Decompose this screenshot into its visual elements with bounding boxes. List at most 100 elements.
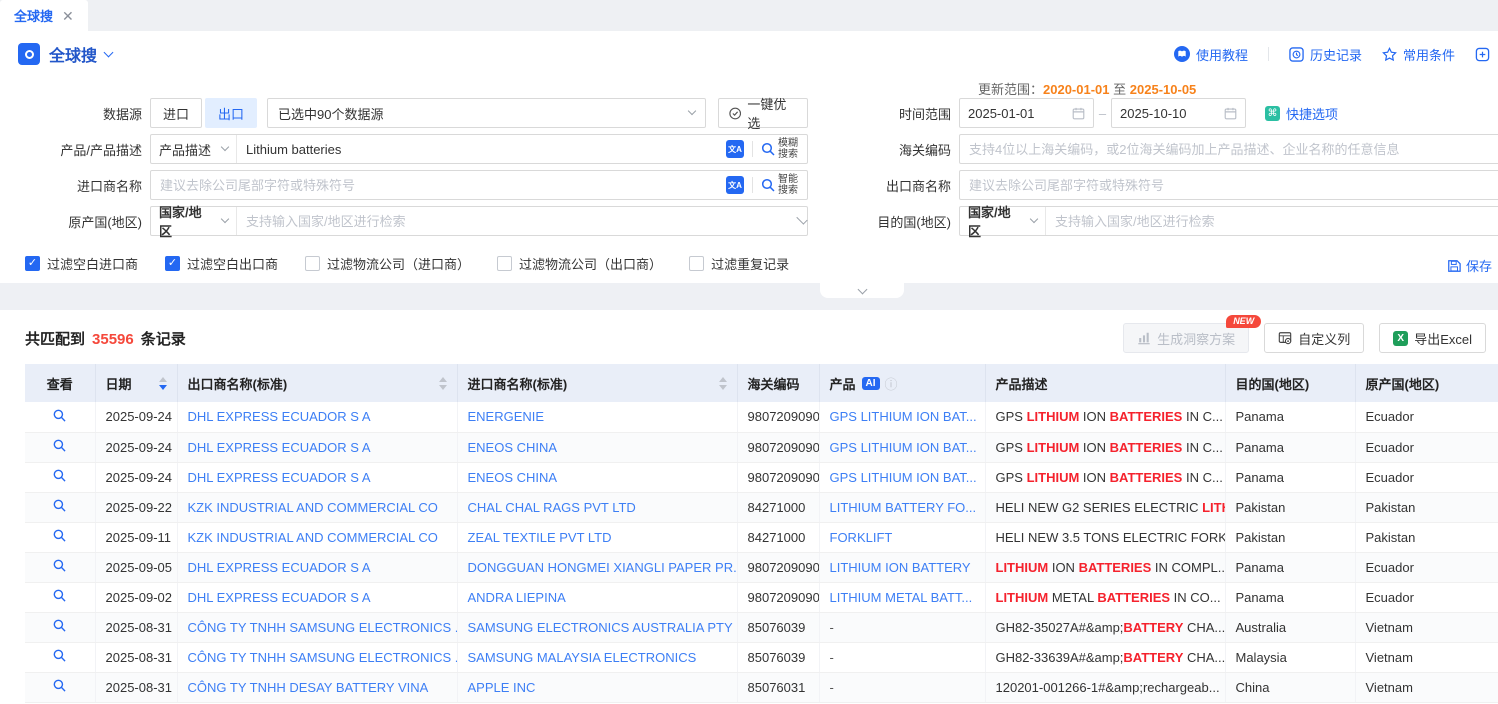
checkbox-icon[interactable] <box>497 256 512 271</box>
view-detail-button[interactable] <box>53 499 66 515</box>
exporter-link[interactable]: CÔNG TY TNHH SAMSUNG ELECTRONICS ... <box>188 620 458 635</box>
origin-cell: Vietnam <box>1355 642 1498 672</box>
view-detail-button[interactable] <box>53 679 66 695</box>
importer-input[interactable] <box>151 178 726 193</box>
filter-checkbox[interactable]: 过滤物流公司（出口商） <box>497 254 662 273</box>
exporter-link[interactable]: CÔNG TY TNHH SAMSUNG ELECTRONICS ... <box>188 650 458 665</box>
update-range-label: 更新范围： <box>978 82 1043 97</box>
importer-link[interactable]: APPLE INC <box>468 680 536 695</box>
filter-checkbox[interactable]: 过滤重复记录 <box>689 254 789 273</box>
product-type-select[interactable]: 产品描述 <box>151 135 237 163</box>
view-detail-button[interactable] <box>53 529 66 545</box>
browser-tab[interactable]: 全球搜 ✕ <box>0 0 88 31</box>
product-link[interactable]: GPS LITHIUM ION BAT... <box>830 440 977 455</box>
filter-checkbox[interactable]: ✓过滤空白出口商 <box>165 254 278 273</box>
checkbox-icon[interactable] <box>689 256 704 271</box>
origin-cell: Pakistan <box>1355 522 1498 552</box>
sort-importer-button[interactable] <box>713 377 727 390</box>
exporter-link[interactable]: KZK INDUSTRIAL AND COMMERCIAL CO <box>188 500 438 515</box>
info-icon[interactable]: ⓘ <box>885 374 898 393</box>
hs-code-input[interactable] <box>960 142 1498 157</box>
product-link[interactable]: FORKLIFT <box>830 530 893 545</box>
data-source-select[interactable]: 已选中90个数据源 <box>267 98 706 128</box>
product-link[interactable]: LITHIUM METAL BATT... <box>830 590 973 605</box>
product-link[interactable]: GPS LITHIUM ION BAT... <box>830 470 977 485</box>
destination-country-input[interactable] <box>1046 214 1498 229</box>
import-toggle[interactable]: 进口 <box>150 98 202 128</box>
form-row-2: 产品/产品描述 产品描述 文A 模糊搜索 海关编码 <box>0 134 1498 164</box>
importer-link[interactable]: ANDRA LIEPINA <box>468 590 566 605</box>
exporter-link[interactable]: DHL EXPRESS ECUADOR S A <box>188 470 371 485</box>
export-toggle[interactable]: 出口 <box>205 98 257 128</box>
view-detail-button[interactable] <box>53 619 66 635</box>
sort-exporter-button[interactable] <box>433 377 447 390</box>
view-detail-button[interactable] <box>53 409 66 425</box>
product-input[interactable] <box>237 142 726 157</box>
col-hs-code: 海关编码 <box>737 364 819 402</box>
chevron-down-icon[interactable] <box>104 47 114 57</box>
start-date-field[interactable] <box>959 98 1094 128</box>
quick-options-button[interactable]: ⌘ 快捷选项 <box>1265 104 1338 123</box>
exporter-link[interactable]: DHL EXPRESS ECUADOR S A <box>188 590 371 605</box>
export-excel-button[interactable]: X 导出Excel <box>1379 323 1486 353</box>
tutorial-link[interactable]: 使用教程 <box>1174 45 1248 64</box>
time-range-label: 时间范围 <box>808 104 959 123</box>
filter-checkbox[interactable]: 过滤物流公司（进口商） <box>305 254 470 273</box>
end-date-input[interactable] <box>1120 106 1204 121</box>
exporter-link[interactable]: DHL EXPRESS ECUADOR S A <box>188 560 371 575</box>
desc-text: ION <box>1079 470 1109 485</box>
one-click-optimize-button[interactable]: 一键优选 <box>718 98 808 128</box>
checkbox-icon[interactable] <box>305 256 320 271</box>
view-detail-button[interactable] <box>53 559 66 575</box>
fuzzy-search-button[interactable]: 模糊搜索 <box>761 138 800 160</box>
sort-date-button[interactable] <box>153 377 167 390</box>
favorites-link[interactable]: 常用条件 <box>1382 45 1455 64</box>
customize-columns-button[interactable]: 自定义列 <box>1264 323 1364 353</box>
translate-icon[interactable]: 文A <box>726 176 744 194</box>
exporter-link[interactable]: DHL EXPRESS ECUADOR S A <box>188 440 371 455</box>
desc-highlight: LITHI... <box>1202 500 1225 515</box>
importer-link[interactable]: SAMSUNG ELECTRONICS AUSTRALIA PTY <box>468 620 733 635</box>
view-detail-button[interactable] <box>53 469 66 485</box>
filter-checkbox[interactable]: ✓过滤空白进口商 <box>25 254 138 273</box>
history-link[interactable]: 历史记录 <box>1289 45 1362 64</box>
start-date-input[interactable] <box>968 106 1052 121</box>
view-detail-button[interactable] <box>53 649 66 665</box>
exporter-link[interactable]: DHL EXPRESS ECUADOR S A <box>188 409 371 424</box>
view-detail-button[interactable] <box>53 439 66 455</box>
checkbox-icon[interactable]: ✓ <box>165 256 180 271</box>
importer-link[interactable]: ZEAL TEXTILE PVT LTD <box>468 530 612 545</box>
translate-icon[interactable]: 文A <box>726 140 744 158</box>
origin-country-input[interactable] <box>237 214 789 229</box>
collapse-form-button[interactable] <box>820 283 904 298</box>
destination-cell: China <box>1225 672 1355 702</box>
product-link[interactable]: LITHIUM ION BATTERY <box>830 560 971 575</box>
save-button[interactable]: 保存 <box>1447 256 1492 275</box>
magnifier-icon <box>53 529 66 542</box>
checkbox-icon[interactable]: ✓ <box>25 256 40 271</box>
importer-link[interactable]: ENERGENIE <box>468 409 545 424</box>
end-date-field[interactable] <box>1111 98 1246 128</box>
exporter-cell: KZK INDUSTRIAL AND COMMERCIAL CO <box>177 492 457 522</box>
origin-country-select[interactable]: 国家/地区 <box>151 207 237 235</box>
smart-search-button[interactable]: 智能搜索 <box>761 174 800 196</box>
product-link[interactable]: LITHIUM BATTERY FO... <box>830 500 977 515</box>
importer-link[interactable]: DONGGUAN HONGMEI XIANGLI PAPER PR... <box>468 560 738 575</box>
importer-link[interactable]: ENEOS CHINA <box>468 470 558 485</box>
exporter-input[interactable] <box>960 178 1498 193</box>
destination-cell: Pakistan <box>1225 522 1355 552</box>
destination-country-select[interactable]: 国家/地区 <box>960 207 1046 235</box>
hs-code-cell: 85076039 <box>737 642 819 672</box>
exporter-link[interactable]: CÔNG TY TNHH DESAY BATTERY VINA <box>188 680 429 695</box>
product-link[interactable]: GPS LITHIUM ION BAT... <box>830 409 977 424</box>
tutorial-icon <box>1174 46 1190 62</box>
row-date: 2025-09-24 <box>95 432 177 462</box>
importer-link[interactable]: ENEOS CHINA <box>468 440 558 455</box>
importer-link[interactable]: SAMSUNG MALAYSIA ELECTRONICS <box>468 650 697 665</box>
extra-nav-item-clipped[interactable] <box>1475 47 1490 62</box>
exporter-link[interactable]: KZK INDUSTRIAL AND COMMERCIAL CO <box>188 530 438 545</box>
generate-insight-button[interactable]: 生成洞察方案 NEW <box>1123 323 1249 353</box>
close-icon[interactable]: ✕ <box>62 9 74 23</box>
view-detail-button[interactable] <box>53 589 66 605</box>
importer-link[interactable]: CHAL CHAL RAGS PVT LTD <box>468 500 636 515</box>
